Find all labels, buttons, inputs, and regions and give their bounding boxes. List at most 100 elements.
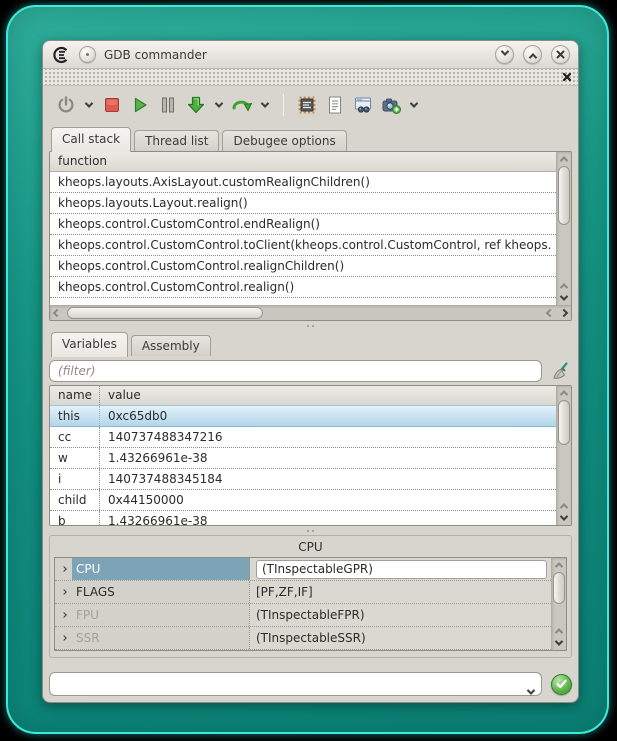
document-icon[interactable] bbox=[324, 94, 346, 116]
variable-value: 1.43266961e-38 bbox=[100, 448, 556, 468]
callstack-column-header[interactable]: function bbox=[50, 152, 556, 172]
tab-assembly[interactable]: Assembly bbox=[131, 335, 211, 356]
combo-chevron-icon[interactable] bbox=[528, 680, 534, 702]
callstack-row[interactable]: kheops.control.CustomControl.toClient(kh… bbox=[50, 235, 556, 256]
splitter-handle[interactable] bbox=[49, 526, 572, 535]
cpu-register-value: [PF,ZF,IF] bbox=[250, 581, 551, 603]
callstack-horizontal-scrollbar[interactable] bbox=[50, 305, 571, 320]
cpu-register-name: FPU bbox=[72, 604, 250, 626]
scroll-down-icon[interactable] bbox=[552, 637, 566, 650]
filter-row: (filter) bbox=[49, 357, 572, 384]
shade-window-icon[interactable] bbox=[495, 45, 514, 64]
titlebar: GDB commander bbox=[43, 41, 578, 69]
expand-chevron-icon[interactable] bbox=[55, 581, 72, 603]
tab-variables[interactable]: Variables bbox=[51, 332, 128, 357]
cpu-register-value: (TInspectableSSR) bbox=[250, 627, 551, 649]
cpu-row-ssr[interactable]: SSR(TInspectableSSR) bbox=[55, 627, 551, 650]
variables-header[interactable]: name value bbox=[50, 386, 556, 406]
variable-row-w[interactable]: w1.43266961e-38 bbox=[50, 448, 556, 469]
add-snapshot-icon[interactable] bbox=[380, 94, 402, 116]
step-over-dropdown-chevron-icon[interactable] bbox=[259, 94, 271, 116]
callstack-row[interactable]: kheops.control.CustomControl.realign() bbox=[50, 277, 556, 298]
tab-call-stack[interactable]: Call stack bbox=[51, 127, 131, 152]
decorative-teal-frame: GDB commander bbox=[6, 5, 609, 734]
step-into-icon[interactable] bbox=[185, 94, 207, 116]
splitter-handle[interactable] bbox=[49, 321, 572, 331]
scroll-up-icon[interactable] bbox=[552, 624, 566, 637]
clear-filter-broom-icon[interactable] bbox=[550, 360, 572, 382]
cpu-row-cpu[interactable]: CPU(TInspectableGPR) bbox=[55, 558, 551, 581]
callstack-row[interactable]: kheops.layouts.Layout.realign() bbox=[50, 193, 556, 214]
power-icon[interactable] bbox=[55, 94, 77, 116]
expand-chevron-icon[interactable] bbox=[55, 604, 72, 626]
window-menu-icon[interactable] bbox=[79, 46, 96, 63]
app-logo-icon bbox=[51, 45, 71, 65]
scroll-left-icon[interactable] bbox=[543, 306, 557, 320]
debug-toolbar bbox=[43, 86, 578, 123]
variable-name: child bbox=[50, 490, 100, 510]
step-into-dropdown-chevron-icon[interactable] bbox=[213, 94, 225, 116]
scroll-up-icon[interactable] bbox=[557, 152, 571, 165]
window-title: GDB commander bbox=[104, 48, 207, 62]
main-content: Call stackThread listDebugee options fun… bbox=[43, 123, 578, 702]
tab-debugee-options[interactable]: Debugee options bbox=[222, 130, 346, 151]
variable-row-i[interactable]: i140737488345184 bbox=[50, 469, 556, 490]
callstack-vertical-scrollbar[interactable] bbox=[556, 152, 571, 305]
cpu-register-name: SSR bbox=[72, 627, 250, 649]
step-over-icon[interactable] bbox=[231, 94, 253, 116]
variables-panel: name value this0xc65db0cc140737488347216… bbox=[49, 385, 572, 526]
variables-vertical-scrollbar[interactable] bbox=[556, 386, 571, 525]
column-name[interactable]: name bbox=[50, 386, 100, 405]
variable-name: w bbox=[50, 448, 100, 468]
power-dropdown-chevron-icon[interactable] bbox=[83, 94, 95, 116]
scroll-up-icon[interactable] bbox=[557, 499, 571, 512]
column-value[interactable]: value bbox=[100, 386, 141, 405]
pause-icon[interactable] bbox=[157, 94, 179, 116]
expand-chevron-icon[interactable] bbox=[55, 558, 72, 580]
gdb-commander-window: GDB commander bbox=[42, 40, 579, 703]
cpu-vertical-scrollbar[interactable] bbox=[551, 558, 566, 650]
cpu-register-value-editbox[interactable]: (TInspectableGPR) bbox=[256, 560, 547, 579]
variable-name: cc bbox=[50, 427, 100, 447]
confirm-check-icon[interactable] bbox=[551, 674, 572, 695]
watch-window-icon[interactable] bbox=[352, 94, 374, 116]
cpu-register-name: FLAGS bbox=[72, 581, 250, 603]
scroll-right-icon[interactable] bbox=[557, 306, 571, 320]
dock-close-icon[interactable] bbox=[562, 72, 572, 82]
variable-name: this bbox=[50, 406, 100, 426]
cpu-register-table: CPU(TInspectableGPR)FLAGS[PF,ZF,IF]FPU(T… bbox=[54, 557, 567, 651]
variable-row-b[interactable]: b1.43266961e-38 bbox=[50, 511, 556, 525]
top-tabbar: Call stackThread listDebugee options bbox=[49, 125, 572, 151]
tab-thread-list[interactable]: Thread list bbox=[134, 130, 219, 151]
callstack-row[interactable]: kheops.control.CustomControl.realignChil… bbox=[50, 256, 556, 277]
callstack-row[interactable]: kheops.layouts.AxisLayout.customRealignC… bbox=[50, 172, 556, 193]
dock-titlebar[interactable] bbox=[43, 69, 578, 86]
variable-value: 140737488345184 bbox=[100, 469, 556, 489]
stop-icon[interactable] bbox=[101, 94, 123, 116]
filter-input[interactable]: (filter) bbox=[49, 360, 542, 382]
scroll-up-icon[interactable] bbox=[557, 386, 571, 399]
expand-chevron-icon[interactable] bbox=[55, 627, 72, 649]
cpu-row-flags[interactable]: FLAGS[PF,ZF,IF] bbox=[55, 581, 551, 604]
cpu-row-fpu[interactable]: FPU(TInspectableFPR) bbox=[55, 604, 551, 627]
variable-row-child[interactable]: child0x44150000 bbox=[50, 490, 556, 511]
gdb-command-combobox[interactable] bbox=[49, 672, 542, 696]
toolbar-separator bbox=[283, 94, 284, 116]
cpu-register-value: (TInspectableFPR) bbox=[250, 604, 551, 626]
scroll-down-icon[interactable] bbox=[557, 512, 571, 525]
scroll-up-icon[interactable] bbox=[552, 558, 566, 571]
variable-row-cc[interactable]: cc140737488347216 bbox=[50, 427, 556, 448]
snapshot-dropdown-chevron-icon[interactable] bbox=[408, 94, 420, 116]
variable-row-this[interactable]: this0xc65db0 bbox=[50, 405, 556, 427]
run-icon[interactable] bbox=[129, 94, 151, 116]
scroll-left-icon[interactable] bbox=[50, 306, 64, 320]
variable-value: 0xc65db0 bbox=[100, 406, 556, 426]
close-window-icon[interactable] bbox=[551, 45, 570, 64]
variable-name: b bbox=[50, 511, 100, 525]
maximize-window-icon[interactable] bbox=[523, 45, 542, 64]
scroll-down-icon[interactable] bbox=[557, 292, 571, 305]
variable-value: 140737488347216 bbox=[100, 427, 556, 447]
callstack-row[interactable]: kheops.control.CustomControl.endRealign(… bbox=[50, 214, 556, 235]
cpu-chip-icon[interactable] bbox=[296, 94, 318, 116]
scroll-up-icon[interactable] bbox=[557, 279, 571, 292]
